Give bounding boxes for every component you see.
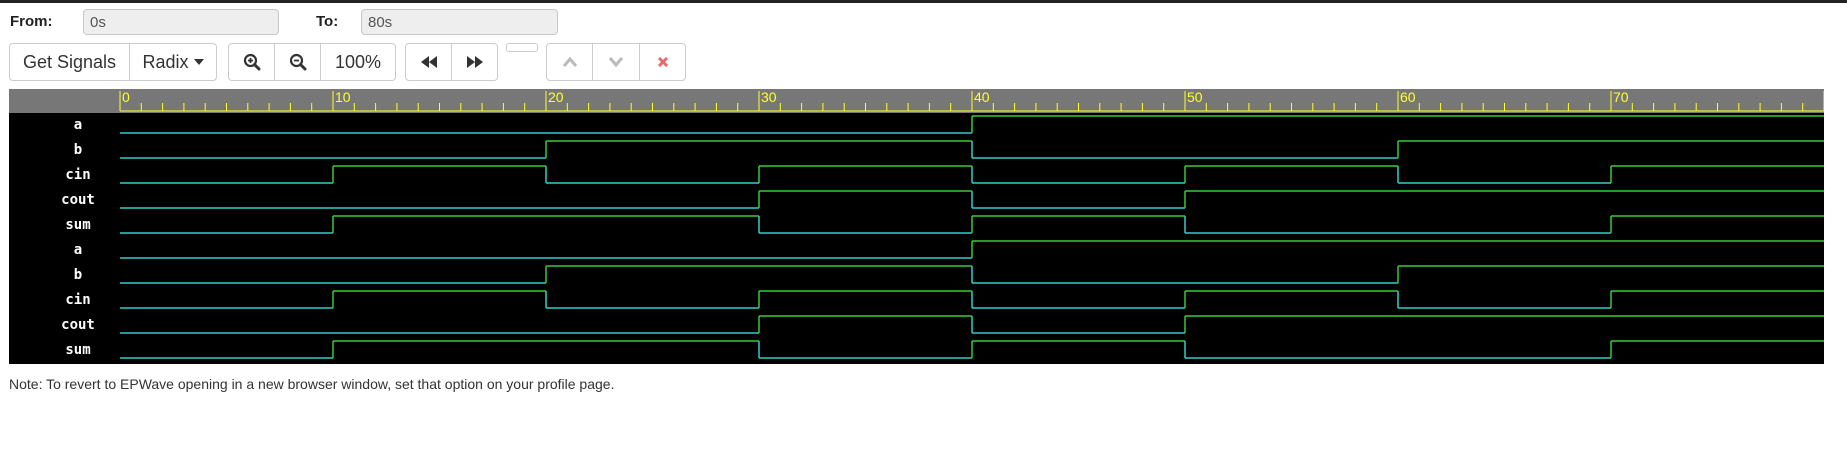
ruler-tick-label: 20 (548, 89, 564, 105)
ruler-tick-label: 40 (974, 89, 990, 105)
radix-dropdown-button[interactable]: Radix (129, 43, 217, 81)
signal-edit-button-group (546, 43, 686, 81)
navigation-button-group (405, 43, 498, 81)
ruler-tick-label: 0 (122, 89, 130, 105)
signal-name-b[interactable]: b (74, 267, 82, 283)
signal-name-cin[interactable]: cin (65, 292, 90, 308)
waveform-viewer[interactable]: 0 10 20 30 40 50 60 70 abcincoutsumabcincoutsum (9, 89, 1824, 364)
ruler-tick-label: 30 (761, 89, 777, 105)
chevron-down-icon (608, 57, 624, 68)
rewind-button[interactable] (405, 43, 452, 81)
zoom-out-button[interactable] (274, 43, 321, 81)
zoom-out-icon (289, 53, 306, 71)
zoom-in-icon (243, 53, 260, 71)
remove-signal-button[interactable] (639, 43, 686, 81)
from-time-input[interactable] (83, 9, 279, 35)
blank-button[interactable] (506, 43, 538, 52)
zoom-level-button[interactable]: 100% (320, 43, 396, 81)
zoom-in-button[interactable] (228, 43, 275, 81)
close-icon (657, 56, 668, 68)
signal-name-a[interactable]: a (74, 117, 82, 133)
note-text: Note: To revert to EPWave opening in a n… (9, 376, 615, 392)
chevron-up-icon (562, 56, 577, 67)
move-down-button[interactable] (592, 43, 640, 81)
to-time-input[interactable] (361, 9, 558, 35)
top-border (0, 0, 1847, 3)
ruler-tick-label: 70 (1613, 89, 1629, 105)
fast-forward-button[interactable] (451, 43, 498, 81)
caret-down-icon (193, 59, 204, 65)
signal-name-sum[interactable]: sum (65, 342, 90, 358)
fast-forward-icon (466, 56, 483, 68)
signal-button-group: Get Signals Radix (9, 43, 217, 81)
from-label: From: (10, 13, 53, 30)
zoom-button-group: 100% (228, 43, 396, 81)
ruler-tick-label: 60 (1400, 89, 1416, 105)
move-up-button[interactable] (546, 43, 593, 81)
signal-name-cout[interactable]: cout (61, 317, 95, 333)
signal-name-b[interactable]: b (74, 142, 82, 158)
rewind-icon (420, 56, 437, 68)
ruler-tick-label: 50 (1187, 89, 1203, 105)
to-label: To: (316, 13, 339, 30)
signal-name-cin[interactable]: cin (65, 167, 90, 183)
ruler-background (9, 89, 1824, 113)
get-signals-button[interactable]: Get Signals (9, 43, 130, 81)
signal-name-a[interactable]: a (74, 242, 82, 258)
radix-label: Radix (142, 51, 189, 72)
signal-name-cout[interactable]: cout (61, 192, 95, 208)
ruler-tick-label: 10 (335, 89, 351, 105)
signal-name-sum[interactable]: sum (65, 217, 90, 233)
